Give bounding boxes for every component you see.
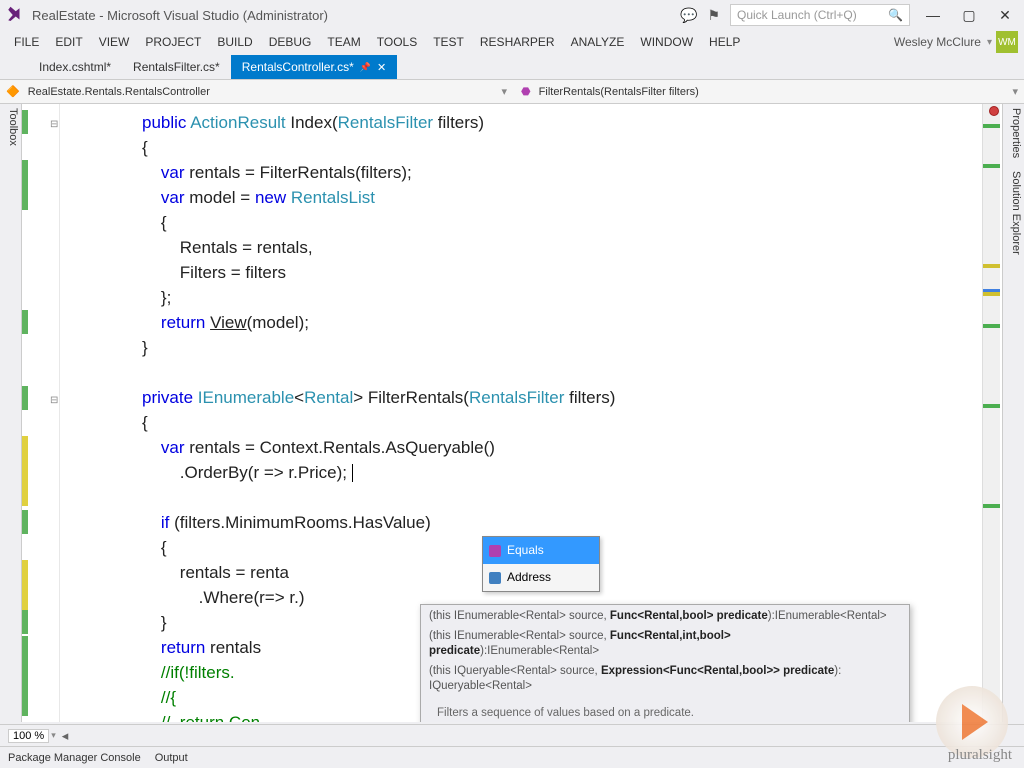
property-icon — [489, 572, 501, 584]
member-dropdown[interactable]: FilterRentals(RentalsFilter filters) — [535, 86, 1009, 98]
menu-test[interactable]: TEST — [425, 35, 472, 49]
signature-help-popup: (this IEnumerable<Rental> source, Func<R… — [420, 604, 910, 722]
user-avatar[interactable]: WM — [996, 31, 1018, 53]
feedback-icon[interactable]: 💬 — [680, 7, 697, 24]
sig-overload[interactable]: (this IQueryable<Rental> source, Express… — [421, 662, 909, 697]
fold-icon[interactable]: ⊟ — [50, 388, 58, 413]
menu-view[interactable]: VIEW — [91, 35, 138, 49]
menu-window[interactable]: WINDOW — [632, 35, 701, 49]
close-button[interactable]: ✕ — [992, 5, 1018, 25]
search-icon: 🔍 — [888, 8, 903, 22]
user-name[interactable]: Wesley McClure — [888, 35, 987, 49]
pin-icon[interactable]: 📌 — [360, 62, 371, 73]
type-dropdown[interactable]: RealEstate.Rentals.RentalsController — [24, 86, 498, 98]
code-editor[interactable]: ⊟ ⊟ public ActionResult Index(RentalsFil… — [22, 104, 1024, 722]
brand-label: pluralsight — [948, 747, 1012, 764]
intellisense-item[interactable]: Address — [483, 564, 599, 591]
menu-bar: FILE EDIT VIEW PROJECT BUILD DEBUG TEAM … — [0, 30, 1024, 54]
sig-overload[interactable]: (this IEnumerable<Rental> source, Func<R… — [421, 607, 909, 627]
minimize-button[interactable]: — — [920, 5, 946, 25]
intellisense-label: Address — [507, 565, 551, 590]
tab-label: RentalsController.cs* — [242, 60, 354, 74]
intellisense-item[interactable]: Equals — [483, 537, 599, 564]
intellisense-label: Equals — [507, 538, 544, 563]
menu-tools[interactable]: TOOLS — [369, 35, 425, 49]
zoom-level[interactable]: 100 % — [8, 729, 49, 743]
scroll-map[interactable] — [982, 104, 1000, 722]
menu-debug[interactable]: DEBUG — [261, 35, 320, 49]
sig-desc-text: Filters a sequence of values based on a … — [437, 707, 694, 719]
quick-launch-placeholder: Quick Launch (Ctrl+Q) — [737, 8, 857, 22]
solution-explorer-panel-tab[interactable]: Solution Explorer — [1010, 171, 1022, 255]
play-icon — [962, 704, 988, 740]
menu-analyze[interactable]: ANALYZE — [563, 35, 633, 49]
menu-file[interactable]: FILE — [6, 35, 47, 49]
title-bar: RealEstate - Microsoft Visual Studio (Ad… — [0, 0, 1024, 30]
tab-rentalsfilter[interactable]: RentalsFilter.cs* — [122, 55, 231, 79]
bottom-tool-tabs: Package Manager Console Output — [0, 746, 1024, 768]
scroll-left-icon[interactable]: ◂ — [62, 728, 69, 744]
tab-label: RentalsFilter.cs* — [133, 60, 220, 74]
chevron-down-icon: ▾ — [1012, 85, 1018, 98]
menu-team[interactable]: TEAM — [319, 35, 368, 49]
gutter: ⊟ ⊟ — [22, 104, 60, 722]
quick-launch-input[interactable]: Quick Launch (Ctrl+Q) 🔍 — [730, 4, 910, 26]
document-tab-bar: Index.cshtml* RentalsFilter.cs* RentalsC… — [0, 54, 1024, 80]
flag-icon[interactable]: ⚑ — [707, 7, 720, 24]
menu-resharper[interactable]: RESHARPER — [472, 35, 563, 49]
chevron-down-icon: ▾ — [502, 85, 508, 98]
properties-panel-tab[interactable]: Properties — [1010, 108, 1022, 158]
toolbox-panel-tab[interactable]: Toolbox — [0, 104, 22, 722]
type-dropdown-label: RealEstate.Rentals.RentalsController — [28, 86, 210, 98]
maximize-button[interactable]: ▢ — [956, 5, 982, 25]
method-icon — [489, 545, 501, 557]
tab-label: Index.cshtml* — [39, 60, 111, 74]
sig-description: Filters a sequence of values based on a … — [421, 697, 909, 722]
menu-edit[interactable]: EDIT — [47, 35, 90, 49]
close-tab-icon[interactable]: ✕ — [377, 61, 386, 74]
menu-build[interactable]: BUILD — [209, 35, 260, 49]
fold-icon[interactable]: ⊟ — [50, 112, 58, 137]
tab-package-manager[interactable]: Package Manager Console — [8, 752, 141, 764]
editor-area: Toolbox ⊟ ⊟ public ActionResult Index(Re… — [0, 104, 1024, 722]
method-icon: ⬣ — [521, 85, 531, 98]
tab-index[interactable]: Index.cshtml* — [28, 55, 122, 79]
tab-rentalscontroller[interactable]: RentalsController.cs* 📌 ✕ — [231, 55, 398, 79]
menu-project[interactable]: PROJECT — [137, 35, 209, 49]
vs-logo-icon — [6, 6, 24, 24]
error-indicator-icon — [989, 106, 999, 116]
menu-help[interactable]: HELP — [701, 35, 748, 49]
class-icon: 🔶 — [6, 85, 20, 98]
editor-status-bar: 100 % ▾ ◂ — [0, 724, 1024, 746]
right-panel-tabs: Properties Solution Explorer — [1002, 104, 1024, 722]
navigation-bar: 🔶 RealEstate.Rentals.RentalsController ▾… — [0, 80, 1024, 104]
sig-overload[interactable]: (this IEnumerable<Rental> source, Func<R… — [421, 627, 909, 662]
tab-output[interactable]: Output — [155, 752, 188, 764]
intellisense-popup: Equals Address — [482, 536, 600, 592]
member-dropdown-label: FilterRentals(RentalsFilter filters) — [539, 86, 699, 98]
window-title: RealEstate - Microsoft Visual Studio (Ad… — [32, 8, 680, 23]
